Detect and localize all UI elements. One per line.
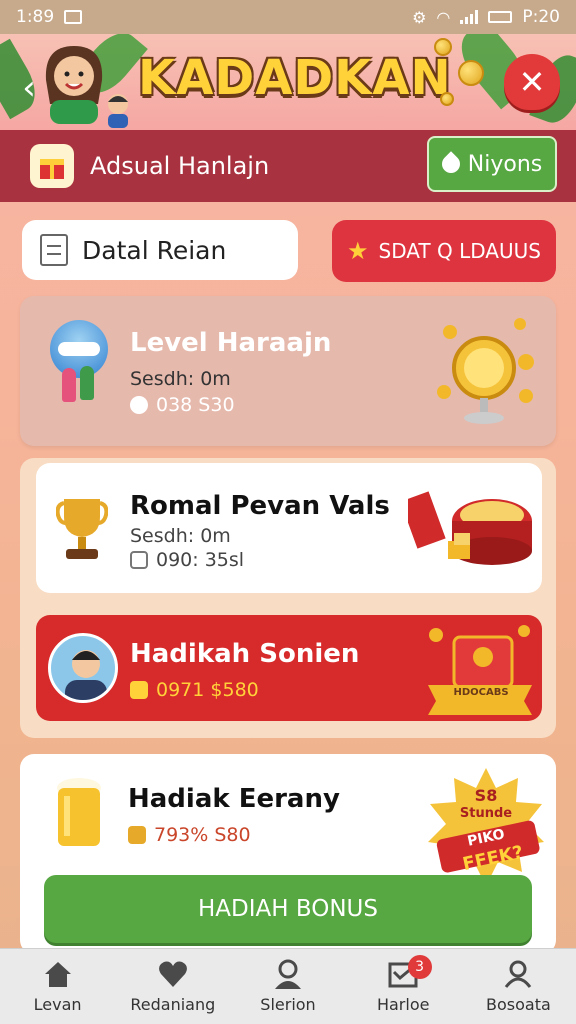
nav-label-slerion: Slerion xyxy=(260,995,316,1014)
tab-start-label: SDAT Q LDAUUS xyxy=(378,239,541,263)
tab-detail[interactable]: Datal Reian xyxy=(22,220,298,280)
tab-start[interactable]: ★ SDAT Q LDAUUS xyxy=(332,220,556,282)
gallery-icon xyxy=(64,10,83,24)
hadiah-bonus-button[interactable]: HADIAH BONUS xyxy=(44,875,532,943)
app-title: KADADKAN xyxy=(138,50,452,106)
star-icon: ★ xyxy=(347,237,369,265)
reward-card-value: 090: 35sl xyxy=(130,549,244,571)
missions-label: Niyons xyxy=(467,151,543,177)
bottom-navigation: Levan Redaniang Slerion 3 Harloe Bosoata xyxy=(0,948,576,1024)
check-icon xyxy=(130,681,148,699)
nav-item-bosoata[interactable]: Bosoata xyxy=(461,949,576,1024)
reward-card-value-text: 090: 35sl xyxy=(156,549,245,571)
nav-label-levan: Levan xyxy=(33,995,82,1014)
sub-header-title: Adsual Hanlajn xyxy=(90,152,270,180)
tab-detail-label: Datal Reian xyxy=(82,235,227,265)
character-avatar-icon xyxy=(45,46,103,124)
close-button[interactable]: ✕ xyxy=(504,54,560,110)
gold-coin-stand-icon xyxy=(437,318,534,424)
profile-icon xyxy=(502,959,534,989)
badge-line-2: Stunde xyxy=(459,806,513,821)
coin-icon xyxy=(440,92,454,106)
calendar-icon xyxy=(130,551,148,569)
tag-icon xyxy=(438,151,464,177)
level-card-value-text: 038 S30 xyxy=(156,394,235,416)
daily-card-title: Hadiak Eerany xyxy=(128,784,340,814)
bonus-card[interactable]: Hadikah Sonien 0971 $580 HDOCABS xyxy=(36,615,542,721)
level-card-value: 038 S30 xyxy=(130,394,235,416)
notification-badge: 3 xyxy=(407,955,432,979)
gift-banner-icon xyxy=(428,625,532,715)
level-card-title: Level Haraajn xyxy=(130,328,332,358)
level-card[interactable]: Level Haraajn Sesdh: 0m 038 S30 xyxy=(20,296,556,446)
nav-item-harloe[interactable]: 3 Harloe xyxy=(346,949,461,1024)
bonus-card-title: Hadikah Sonien xyxy=(130,639,360,669)
check-icon xyxy=(128,826,146,844)
sun-badge: S8 Stunde PIKO FFEK? xyxy=(426,768,546,888)
coin-icon xyxy=(434,38,452,56)
globe-icon xyxy=(50,320,108,378)
status-bar: 1:89 ⚙ ◠ P:20 xyxy=(0,0,576,34)
user-avatar xyxy=(48,633,118,703)
wifi-icon: ◠ xyxy=(436,7,451,27)
kid-figure-icon xyxy=(62,368,76,402)
bonus-card-value-text: 0971 $580 xyxy=(156,679,259,701)
child-avatar-icon xyxy=(108,94,128,128)
nav-item-redaniang[interactable]: Redaniang xyxy=(115,949,230,1024)
beer-mug-icon xyxy=(57,778,101,846)
nav-label-harloe: Harloe xyxy=(376,995,430,1014)
battery-icon xyxy=(488,11,513,23)
signal-icon xyxy=(460,10,479,24)
daily-card-value-text: 793% S80 xyxy=(154,824,251,846)
home-icon xyxy=(42,959,74,989)
trophy-icon xyxy=(56,499,108,559)
app-header: ‹ KADADKAN ✕ xyxy=(0,34,576,130)
daily-card-value: 793% S80 xyxy=(128,824,251,846)
document-icon xyxy=(40,234,68,266)
nav-label-redaniang: Redaniang xyxy=(130,995,216,1014)
bonus-banner-text: HDOCABS xyxy=(453,687,509,698)
coin-icon xyxy=(458,60,484,86)
status-right-text: P:20 xyxy=(522,7,560,27)
treasure-chest-icon xyxy=(408,491,532,565)
kid-figure-icon xyxy=(80,366,94,400)
badge-line-1: S8 xyxy=(474,786,498,805)
reward-card[interactable]: Romal Pevan Vals Sesdh: 0m 090: 35sl xyxy=(36,463,542,593)
reward-card-title: Romal Pevan Vals xyxy=(130,491,390,521)
bonus-card-value: 0971 $580 xyxy=(130,679,259,701)
nav-item-slerion[interactable]: Slerion xyxy=(230,949,345,1024)
timer-icon xyxy=(130,396,148,414)
settings-icon: ⚙ xyxy=(412,7,427,27)
nav-item-levan[interactable]: Levan xyxy=(0,949,115,1024)
gift-box-icon xyxy=(30,144,74,188)
level-card-meta: Sesdh: 0m xyxy=(130,368,231,390)
nav-label-bosoata: Bosoata xyxy=(486,995,551,1014)
status-time: 1:89 xyxy=(16,7,55,27)
heart-icon xyxy=(157,959,189,989)
missions-button[interactable]: Niyons xyxy=(427,136,557,192)
person-icon xyxy=(272,959,304,989)
reward-card-meta: Sesdh: 0m xyxy=(130,525,231,547)
